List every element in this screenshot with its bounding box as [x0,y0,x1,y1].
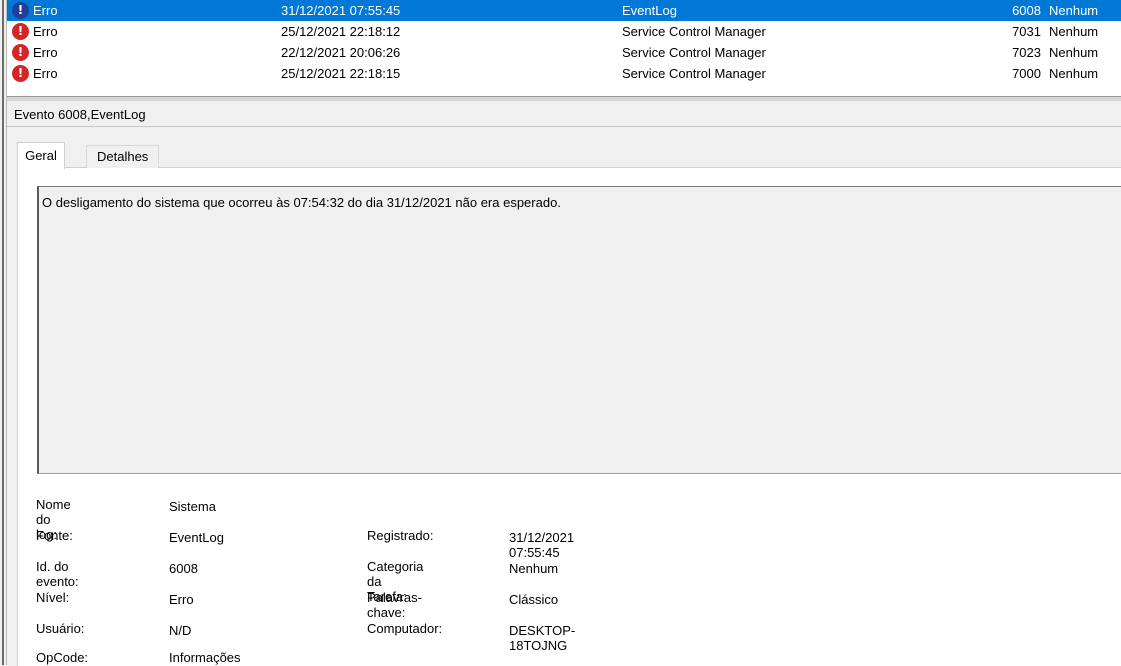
event-id: 7031 [1012,24,1041,39]
pane-splitter[interactable] [7,97,1121,101]
logged-value: 31/12/2021 07:55:45 [509,530,575,560]
opcode-value: Informações [169,650,241,665]
event-id: 7000 [1012,66,1041,81]
event-id: 6008 [1012,3,1041,18]
event-row[interactable]: ! Erro 25/12/2021 22:18:12 Service Contr… [7,21,1121,42]
level-label: Nível: [36,590,70,605]
event-level: Erro [33,66,58,81]
event-date: 25/12/2021 22:18:12 [281,24,401,39]
tab-details[interactable]: Detalhes [86,145,160,168]
opcode-label: OpCode: [36,650,89,665]
event-source: Service Control Manager [622,45,766,60]
event-id-value: 6008 [169,561,198,576]
event-list[interactable]: ! Erro 31/12/2021 07:55:45 EventLog 6008… [7,0,1121,97]
tab-general[interactable]: Geral [17,142,65,169]
divider [7,126,1121,127]
window-frame-edge [2,0,4,665]
event-category: Nenhum [1049,45,1099,60]
event-message: O desligamento do sistema que ocorreu às… [42,195,561,210]
event-id: 7023 [1012,45,1041,60]
event-level: Erro [33,24,58,39]
event-date: 31/12/2021 07:55:45 [281,3,401,18]
log-name-value: Sistema [169,499,216,514]
event-row[interactable]: ! Erro 25/12/2021 22:18:15 Service Contr… [7,63,1121,84]
event-row[interactable]: ! Erro 31/12/2021 07:55:45 EventLog 6008… [7,0,1121,21]
keywords-value: Clássico [509,592,559,607]
event-category: Nenhum [1049,24,1099,39]
error-icon: ! [12,44,29,61]
event-source: EventLog [622,3,677,18]
error-icon: ! [12,2,29,19]
user-value: N/D [169,623,192,638]
source-label: Fonte: [36,528,73,543]
event-category: Nenhum [1049,3,1099,18]
task-category-value: Nenhum [509,561,559,576]
keywords-label: Palavras-chave: [367,590,422,620]
computer-value: DESKTOP-18TOJNG [509,623,576,653]
detail-title: Evento 6008,EventLog [14,107,146,122]
computer-label: Computador: [367,621,443,636]
event-date: 22/12/2021 20:06:26 [281,45,401,60]
event-message-box[interactable]: O desligamento do sistema que ocorreu às… [37,186,1121,474]
event-source: Service Control Manager [622,24,766,39]
event-row[interactable]: ! Erro 22/12/2021 20:06:26 Service Contr… [7,42,1121,63]
logged-label: Registrado: [367,528,434,543]
source-value: EventLog [169,530,224,545]
event-date: 25/12/2021 22:18:15 [281,66,401,81]
error-icon: ! [12,23,29,40]
user-label: Usuário: [36,621,85,636]
event-source: Service Control Manager [622,66,766,81]
event-level: Erro [33,45,58,60]
level-value: Erro [169,592,194,607]
event-id-label: Id. do evento: [36,559,79,589]
error-icon: ! [12,65,29,82]
event-level: Erro [33,3,58,18]
event-category: Nenhum [1049,66,1099,81]
